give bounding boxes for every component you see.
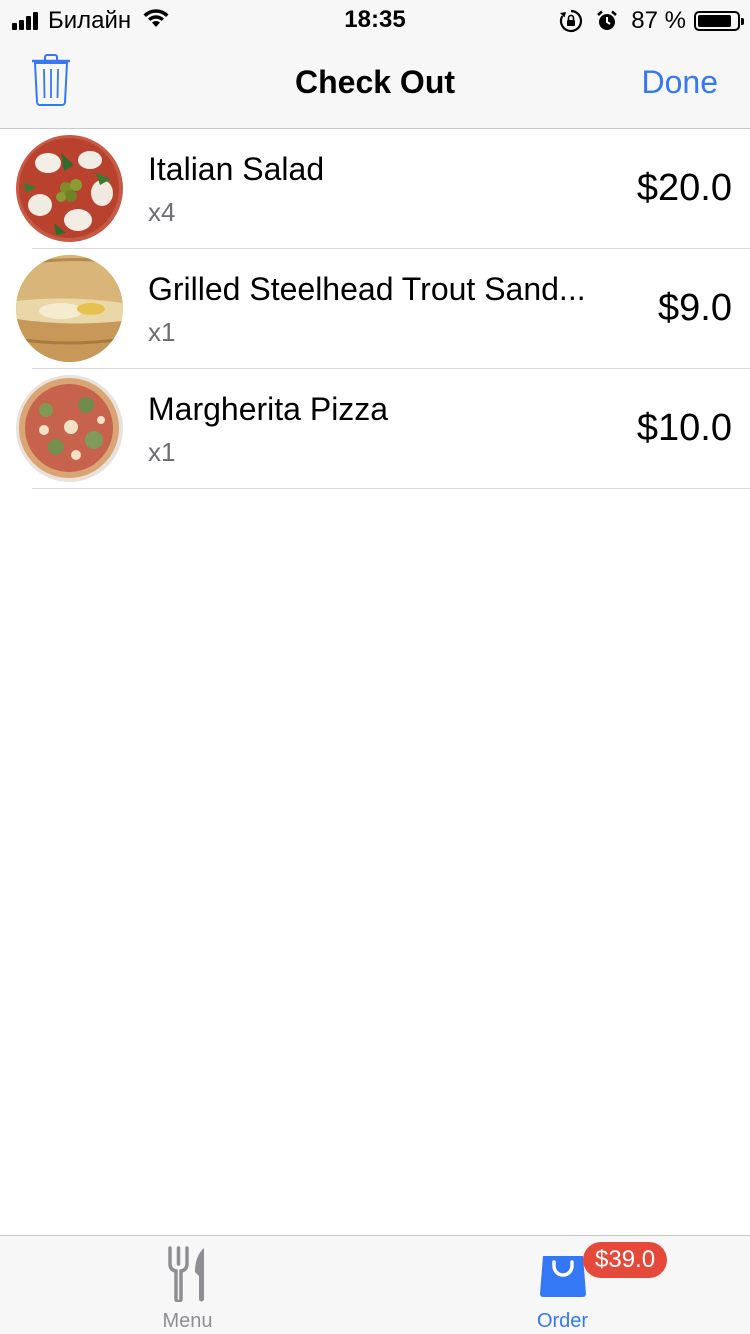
fork-knife-icon [166,1246,210,1307]
item-quantity: x1 [148,317,176,347]
page-title: Check Out [294,64,456,100]
shopping-bag-icon [538,1246,588,1303]
orientation-lock-icon [559,9,583,33]
item-quantity: x1 [148,437,176,467]
tab-bar: Menu $39.0 Order [0,1235,750,1334]
battery-fill [698,15,731,27]
order-item-row[interactable]: Grilled Steelhead Trout Sand... x1 $9.0 [16,249,750,369]
item-name: Grilled Steelhead Trout Sand... [148,271,586,307]
item-quantity: x4 [148,197,176,227]
margherita-pizza-image [16,375,123,482]
italian-salad-image [16,135,123,242]
order-item-row[interactable]: Margherita Pizza x1 $10.0 [16,369,750,489]
checkout-screen: Билайн 18:35 87 % Check Out Done Italian… [0,0,750,1334]
tab-menu[interactable]: Menu [0,1236,375,1334]
tab-order[interactable]: $39.0 Order [375,1236,750,1334]
order-total-badge: $39.0 [583,1242,668,1278]
tab-order-label: Order [536,1310,589,1332]
item-name: Margherita Pizza [148,391,389,427]
item-price: $20.0 [636,167,732,209]
item-price: $10.0 [636,407,732,449]
status-right: 87 % [559,6,744,36]
status-bar: Билайн 18:35 87 % [0,0,750,40]
item-price: $9.0 [658,287,732,329]
done-button[interactable]: Done [642,64,719,101]
battery-percent: 87 % [631,7,686,34]
tab-menu-label: Menu [162,1310,213,1332]
order-item-row[interactable]: Italian Salad x4 $20.0 [16,129,750,249]
trout-sandwich-image [16,255,123,362]
battery-icon [694,11,744,31]
order-list: Italian Salad x4 $20.0 Grilled Steelhead… [0,129,750,489]
item-name: Italian Salad [148,151,325,187]
navigation-bar: Check Out Done [0,40,750,129]
alarm-icon [595,9,619,33]
